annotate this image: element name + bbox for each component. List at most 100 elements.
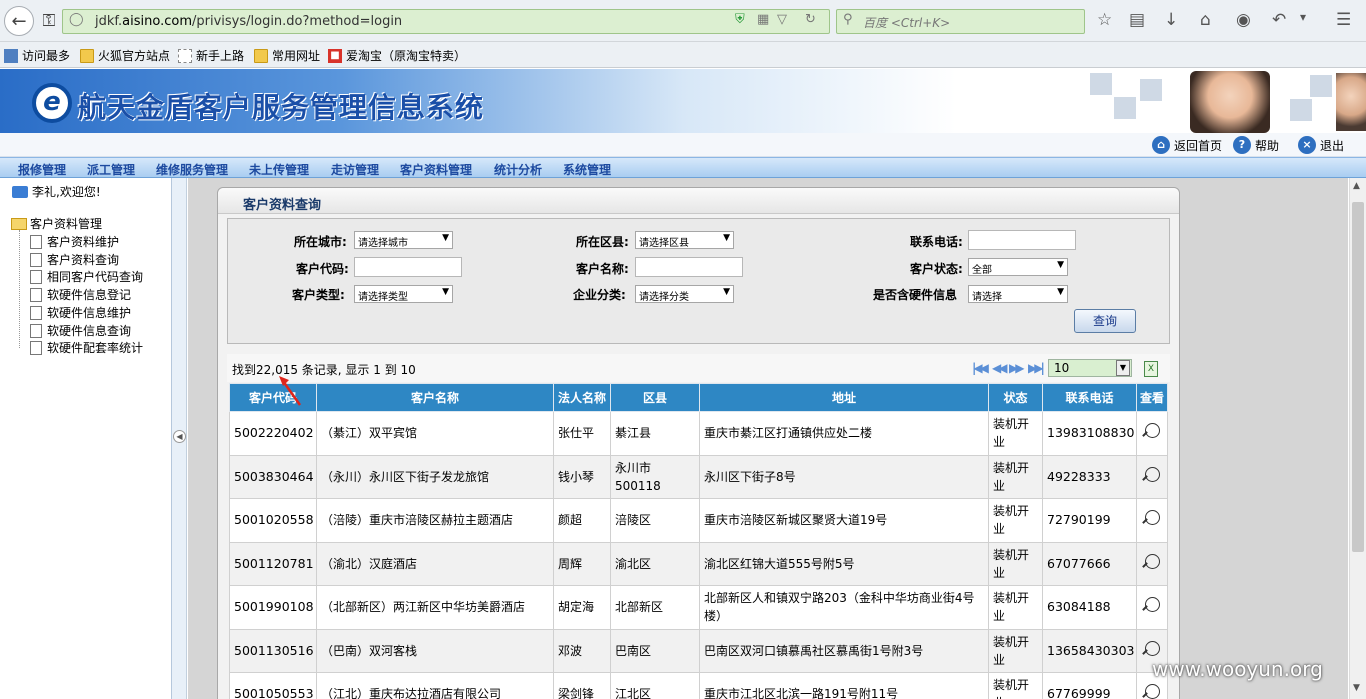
next-page-icon[interactable]: ▶▶ — [1009, 361, 1025, 375]
menu-item-maintenance[interactable]: 维修服务管理 — [156, 161, 228, 178]
column-header[interactable]: 查看 — [1136, 383, 1168, 412]
magnifier-view-icon[interactable] — [1144, 553, 1160, 569]
first-page-icon[interactable]: |◀◀ — [972, 361, 989, 375]
table-row[interactable]: 5001050553 （江北）重庆布达拉酒店有限公司 梁剑锋 江北区 重庆市江北… — [229, 672, 1168, 699]
cell-address: 重庆市江北区北滨一路191号附11号 — [699, 672, 989, 699]
table-row[interactable]: 5003830464 （永川）永川区下街子发龙旅馆 钱小琴 永川市500118 … — [229, 454, 1168, 499]
scroll-down-icon[interactable]: ▼ — [1353, 683, 1360, 693]
results-table: 客户代码 客户名称 法人名称 区县 地址 状态 联系电话 查看 50022204… — [229, 383, 1168, 699]
qr-code-icon[interactable]: ▦ — [757, 12, 769, 27]
sidebar-item-same-code[interactable]: 相同客户代码查询 — [30, 268, 143, 285]
chevron-down-icon: ▼ — [442, 287, 449, 297]
sidebar-item-maintain[interactable]: 客户资料维护 — [30, 233, 119, 250]
column-header[interactable]: 状态 — [988, 383, 1043, 412]
column-header[interactable]: 联系电话 — [1042, 383, 1137, 412]
magnifier-view-icon[interactable] — [1144, 684, 1160, 699]
chevron-down-icon: ▼ — [723, 233, 730, 243]
home-link[interactable]: ⌂ 返回首页 — [1152, 136, 1222, 154]
tree-root-customer-data[interactable]: 客户资料管理 — [11, 215, 102, 232]
category-select[interactable]: 请选择分类 ▼ — [635, 285, 734, 303]
shield-icon[interactable]: ⛨ — [735, 12, 745, 27]
download-icon[interactable]: ↓ — [1164, 10, 1178, 30]
document-icon — [30, 287, 42, 302]
menu-item-repair[interactable]: 报修管理 — [18, 161, 66, 178]
cell-status: 装机开业 — [988, 585, 1043, 630]
search-bar[interactable]: ⚲ 百度 <Ctrl+K> — [836, 9, 1085, 34]
hardware-select[interactable]: 请选择 ▼ — [968, 285, 1068, 303]
sidebar-item-hw-stats[interactable]: 软硬件配套率统计 — [30, 339, 143, 356]
key-icon[interactable]: ⚿ — [34, 7, 64, 35]
reload-icon[interactable]: ↻ — [805, 12, 816, 27]
banner-decoration — [1310, 75, 1332, 97]
type-select[interactable]: 请选择类型 ▼ — [354, 285, 453, 303]
sidebar-item-hw-maintain[interactable]: 软硬件信息维护 — [30, 304, 131, 321]
magnifier-view-icon[interactable] — [1144, 597, 1160, 613]
chat-icon[interactable]: ◉ — [1236, 10, 1251, 30]
scroll-up-icon[interactable]: ▲ — [1353, 181, 1360, 191]
logout-link[interactable]: × 退出 — [1298, 136, 1344, 154]
cell-name: （渝北）汉庭酒店 — [316, 541, 554, 586]
table-row[interactable]: 5001120781 （渝北）汉庭酒店 周辉 渝北区 渝北区红锦大道555号附5… — [229, 541, 1168, 586]
menu-item-visits[interactable]: 走访管理 — [331, 161, 379, 178]
sidebar-splitter[interactable]: ◀ — [172, 178, 187, 699]
sidebar-item-query[interactable]: 客户资料查询 — [30, 251, 119, 268]
cell-phone: 72790199 — [1042, 498, 1137, 543]
undo-icon[interactable]: ↶ — [1272, 10, 1286, 30]
hamburger-menu-icon[interactable]: ☰ — [1336, 10, 1351, 30]
phone-field[interactable] — [968, 230, 1076, 250]
table-row[interactable]: 5002220402 （綦江）双平宾馆 张仕平 綦江县 重庆市綦江区打通镇供应处… — [229, 411, 1168, 456]
column-header[interactable]: 地址 — [699, 383, 989, 412]
column-header[interactable]: 区县 — [610, 383, 700, 412]
home-icon[interactable]: ⌂ — [1200, 10, 1211, 30]
sidebar-item-register[interactable]: 软硬件信息登记 — [30, 286, 131, 303]
code-field[interactable] — [354, 257, 462, 277]
column-header[interactable]: 法人名称 — [553, 383, 611, 412]
bookmark-taobao[interactable]: ■ 爱淘宝（原淘宝特卖） — [328, 47, 466, 64]
url-bar[interactable]: ◯ jdkf.aisino.com/privisys/login.do?meth… — [62, 9, 830, 34]
menu-item-not-uploaded[interactable]: 未上传管理 — [249, 161, 309, 178]
scrollbar-thumb[interactable] — [1352, 202, 1364, 552]
magnifier-view-icon[interactable] — [1144, 466, 1160, 482]
table-row[interactable]: 5001130516 （巴南）双河客栈 邓波 巴南区 巴南区双河口镇慕禹社区慕禹… — [229, 628, 1168, 673]
reading-list-icon[interactable]: ▤ — [1129, 10, 1145, 30]
column-header[interactable]: 客户名称 — [316, 383, 554, 412]
banner-decoration — [1140, 79, 1162, 101]
menu-item-statistics[interactable]: 统计分析 — [494, 161, 542, 178]
bookmark-label: 火狐官方站点 — [98, 49, 171, 63]
magnifier-view-icon[interactable] — [1144, 423, 1160, 439]
dropdown-icon[interactable]: ▽ — [777, 12, 787, 27]
back-arrow-icon[interactable]: ← — [4, 6, 34, 36]
table-row[interactable]: 5001020558 （涪陵）重庆市涪陵区赫拉主题酒店 颜超 涪陵区 重庆市涪陵… — [229, 498, 1168, 543]
bookmark-common-sites[interactable]: 常用网址 — [254, 47, 320, 64]
chevron-down-icon[interactable]: ▾ — [1300, 10, 1306, 24]
query-button[interactable]: 查询 — [1074, 309, 1136, 333]
county-select[interactable]: 请选择区县 ▼ — [635, 231, 734, 249]
vertical-scrollbar[interactable]: ▲ ▼ — [1349, 178, 1366, 699]
bookmark-most-visited[interactable]: 访问最多 — [4, 47, 70, 64]
bookmark-firefox-site[interactable]: 火狐官方站点 — [80, 47, 170, 64]
name-field[interactable] — [635, 257, 743, 277]
document-icon — [30, 323, 42, 338]
menu-item-dispatch[interactable]: 派工管理 — [87, 161, 135, 178]
hardware-label: 是否含硬件信息 — [873, 288, 958, 302]
table-row[interactable]: 5001990108 （北部新区）两江新区中华坊美爵酒店 胡定海 北部新区 北部… — [229, 585, 1168, 630]
excel-export-icon[interactable]: X — [1144, 361, 1158, 377]
help-link[interactable]: ? 帮助 — [1233, 136, 1279, 154]
page-size-value: 10 — [1054, 361, 1070, 375]
prev-page-icon[interactable]: ◀◀ — [992, 361, 1008, 375]
magnifier-view-icon[interactable] — [1144, 640, 1160, 656]
cell-status: 装机开业 — [988, 411, 1043, 456]
cell-status: 装机开业 — [988, 498, 1043, 543]
menu-item-system[interactable]: 系统管理 — [563, 161, 611, 178]
document-icon — [30, 252, 42, 267]
city-select[interactable]: 请选择城市 ▼ — [354, 231, 453, 249]
status-select[interactable]: 全部 ▼ — [968, 258, 1068, 276]
sidebar-item-hw-query[interactable]: 软硬件信息查询 — [30, 322, 131, 339]
star-icon[interactable]: ☆ — [1097, 10, 1112, 30]
last-page-icon[interactable]: ▶▶| — [1028, 361, 1045, 375]
bookmark-getting-started[interactable]: 新手上路 — [178, 47, 244, 64]
menu-item-customer-data[interactable]: 客户资料管理 — [400, 161, 472, 178]
magnifier-view-icon[interactable] — [1144, 510, 1160, 526]
page-size-select[interactable]: 10 ▼ — [1048, 359, 1132, 377]
collapse-icon[interactable]: ◀ — [173, 430, 186, 443]
